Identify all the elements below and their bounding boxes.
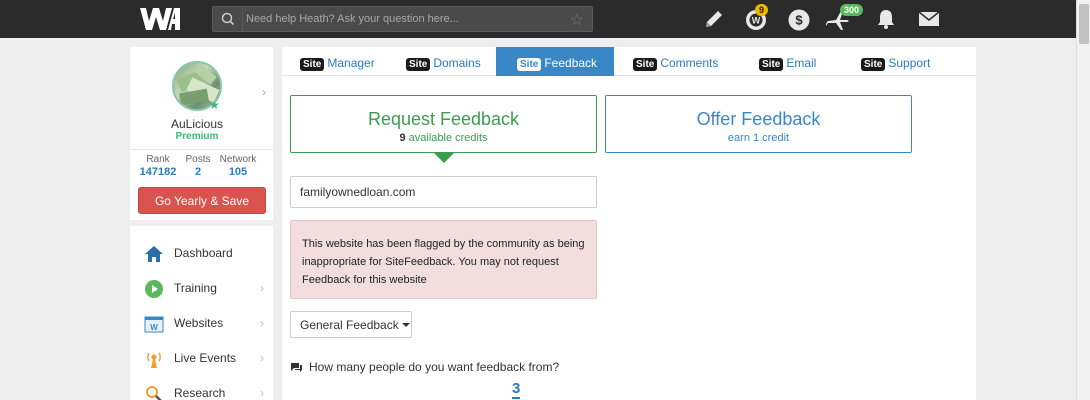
go-yearly-button[interactable]: Go Yearly & Save: [138, 187, 266, 214]
credits-suffix: available credits: [405, 132, 488, 144]
offer-feedback-title: Offer Feedback: [696, 109, 821, 129]
tab-label: Manager: [327, 56, 375, 70]
dollar-icon[interactable]: $: [787, 8, 811, 32]
request-feedback-button[interactable]: Request Feedback 9 available credits: [290, 95, 597, 153]
stat-value: 2: [194, 166, 202, 178]
people-question-text: How many people do you want feedback fro…: [309, 360, 560, 374]
sidebar-nav: Dashboard Training › W Websites › Live E…: [130, 226, 273, 400]
sidebar-item-label: Training: [174, 281, 217, 295]
play-icon: [145, 280, 163, 298]
pencil-icon[interactable]: [702, 7, 726, 31]
stat-posts[interactable]: Posts 2: [180, 154, 216, 178]
bell-icon[interactable]: [874, 7, 898, 31]
plane-count-badge: 300: [840, 4, 864, 16]
tab-manager[interactable]: Site Manager: [300, 47, 375, 76]
tab-feedback[interactable]: Site Feedback: [496, 47, 614, 76]
sidebar-item-label: Websites: [174, 316, 224, 330]
chevron-right-icon: ›: [260, 351, 264, 365]
offer-feedback-button[interactable]: Offer Feedback earn 1 credit: [605, 95, 912, 153]
research-icon: [146, 386, 162, 400]
sidebar-item-training[interactable]: Training ›: [130, 271, 273, 306]
divider: [130, 149, 273, 150]
scrollbar-thumb[interactable]: [1079, 4, 1089, 44]
chevron-right-icon: ›: [260, 316, 264, 330]
svg-text:W: W: [752, 16, 761, 26]
sidebar-item-label: Live Events: [174, 351, 237, 365]
sidebar-item-live-events[interactable]: Live Events ›: [130, 341, 273, 376]
tab-domains[interactable]: Site Domains: [406, 47, 481, 76]
star-icon[interactable]: ☆: [570, 10, 584, 30]
stat-rank: Rank 147182: [138, 154, 178, 178]
request-feedback-title: Request Feedback: [367, 109, 520, 129]
username[interactable]: AuLicious: [130, 117, 264, 131]
broadcast-icon: [147, 352, 161, 368]
chevron-right-icon: ›: [260, 281, 264, 295]
stat-label: Network: [219, 154, 257, 165]
membership-tier: Premium: [175, 131, 219, 142]
chevron-right-icon[interactable]: ›: [262, 85, 266, 99]
profile-card: ★ › AuLicious Premium Rank 147182 Posts …: [130, 47, 273, 220]
feedback-type-label: General Feedback: [300, 317, 399, 332]
sidebar-item-research[interactable]: Research ›: [130, 376, 273, 400]
site-tag: Site: [633, 58, 658, 71]
caret-down-icon: [401, 323, 410, 328]
main-panel: Site Manager Site Domains Site Feedback Sit…: [282, 47, 976, 400]
tab-label: Feedback: [544, 56, 598, 70]
site-tag: Site: [406, 58, 431, 71]
home-icon: [145, 246, 163, 262]
offer-feedback-subtitle: earn 1 credit: [727, 132, 790, 144]
plane-notifications[interactable]: 300: [826, 4, 866, 33]
search-bar: ☆: [212, 6, 593, 32]
feedback-type-dropdown[interactable]: General Feedback: [290, 311, 412, 338]
stat-label: Rank: [146, 154, 170, 165]
website-select[interactable]: familyownedloan.com: [290, 176, 597, 208]
stat-label: Posts: [185, 154, 211, 165]
wa-notifications[interactable]: W 9: [744, 4, 770, 33]
chevron-right-icon: ›: [260, 386, 264, 400]
wa-logo-icon[interactable]: [138, 5, 182, 33]
svg-text:$: $: [795, 13, 803, 28]
tab-label: Support: [888, 56, 931, 70]
tab-support[interactable]: Site Support: [861, 47, 930, 76]
tab-comments[interactable]: Site Comments: [633, 47, 718, 76]
site-tag: Site: [861, 58, 886, 71]
tab-label: Comments: [660, 56, 719, 70]
people-question: How many people do you want feedback fro…: [290, 360, 559, 374]
available-credits: 9 available credits: [291, 132, 596, 144]
flagged-warning: This website has been flagged by the com…: [290, 220, 597, 299]
site-tag: Site: [300, 58, 325, 71]
wa-count-badge: 9: [755, 4, 769, 16]
active-pointer-arrow: [433, 152, 455, 163]
sidebar-item-label: Research: [174, 386, 226, 400]
top-bar: ☆ W 9 $ 300: [0, 0, 1090, 38]
search-input[interactable]: [246, 9, 566, 29]
stat-network[interactable]: Network 105: [218, 154, 258, 178]
page-scrollbar[interactable]: [1076, 0, 1090, 400]
stat-value: 105: [228, 166, 248, 178]
site-tabs: Site Manager Site Domains Site Feedback Sit…: [282, 47, 976, 76]
sidebar-item-label: Dashboard: [174, 246, 233, 260]
chat-bubble-icon: [291, 363, 302, 373]
website-icon: W: [144, 316, 164, 333]
envelope-icon[interactable]: [917, 7, 941, 31]
people-count-selector[interactable]: 3: [512, 381, 521, 399]
site-tag: Site: [759, 58, 784, 71]
online-status-icon: ★: [209, 98, 220, 112]
search-icon[interactable]: [213, 7, 243, 31]
sidebar-item-dashboard[interactable]: Dashboard: [130, 236, 273, 271]
tab-label: Domains: [433, 56, 481, 70]
sidebar-item-websites[interactable]: W Websites ›: [130, 306, 273, 341]
tab-email[interactable]: Site Email: [759, 47, 816, 76]
stat-value: 147182: [139, 166, 177, 178]
tab-label: Email: [786, 56, 817, 70]
svg-text:W: W: [150, 323, 158, 332]
site-tag: Site: [517, 58, 542, 71]
